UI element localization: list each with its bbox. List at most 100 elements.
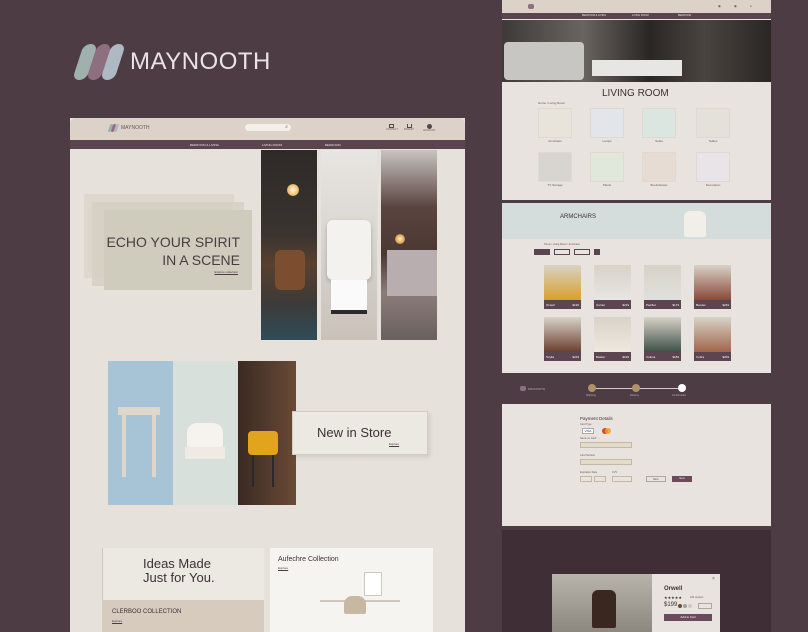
lr-nav-link-1[interactable]: BEDROOM & LIVING: [582, 14, 606, 17]
armchairs-page: ARMCHAIRS Home / Living Room / Armchairs…: [502, 203, 771, 373]
lr-account-icon[interactable]: ●: [750, 4, 752, 8]
search-input[interactable]: ⌕: [245, 124, 291, 131]
category-tile[interactable]: [590, 108, 624, 138]
step-1-dot[interactable]: [588, 384, 596, 392]
product-card[interactable]: Pacifier $179: [644, 265, 681, 309]
visa-option[interactable]: VISA: [582, 428, 594, 434]
category-tile[interactable]: [590, 152, 624, 182]
step-3-dot[interactable]: [678, 384, 686, 392]
arm-filter-select-3[interactable]: [574, 249, 590, 255]
contact-icon-button[interactable]: CONTACT: [386, 124, 398, 131]
nav-link-bedroom-living[interactable]: BEDROOM & LIVING: [190, 143, 219, 147]
color-swatch-3[interactable]: [688, 604, 692, 608]
card-number-field[interactable]: [580, 459, 632, 465]
hero-explore-link[interactable]: Explore collection: [214, 270, 238, 274]
search-icon[interactable]: ⌕: [285, 124, 288, 130]
product-card-price: $179: [672, 303, 679, 307]
lr-nav-link-2[interactable]: LIVING ROOM: [632, 14, 649, 17]
product-card-name: Basker: [596, 355, 606, 359]
expiry-year-field[interactable]: [594, 476, 606, 482]
nav-link-living-room[interactable]: LIVING ROOM: [262, 143, 282, 147]
product-card[interactable]: Colima $189: [644, 317, 681, 361]
arm-title: ARMCHAIRS: [560, 214, 597, 220]
step-2-dot[interactable]: [632, 384, 640, 392]
back-button[interactable]: Back: [646, 476, 666, 482]
arm-breadcrumb[interactable]: Home / Living Room / Armchairs: [544, 243, 580, 246]
product-card-image: [594, 265, 631, 300]
close-icon[interactable]: ×: [712, 576, 715, 582]
hero-image-lamp-room: [261, 150, 317, 340]
product-reviews[interactable]: 230 reviews: [690, 596, 703, 599]
product-card[interactable]: Cobra $209: [694, 317, 731, 361]
lr-notify-icon[interactable]: ▣: [718, 4, 721, 8]
arm-filter-select-2[interactable]: [554, 249, 570, 255]
bed-shape: [387, 250, 437, 296]
product-card-price: $199: [572, 303, 579, 307]
arm-banner-chair: [684, 211, 706, 237]
expiry-month-field[interactable]: [580, 476, 592, 482]
product-modal: × Orwell ★★★★★ 230 reviews $199 Add to C…: [552, 574, 720, 632]
category-tile[interactable]: [538, 108, 572, 138]
hero-card: ECHO YOUR SPIRIT IN A SCENE Explore coll…: [104, 210, 252, 290]
aufechre-link[interactable]: Explore: [278, 566, 288, 570]
category-label: Armchairs: [548, 139, 562, 143]
category-tile[interactable]: [642, 108, 676, 138]
next-button[interactable]: Next: [672, 476, 692, 482]
category-label: Decoration: [705, 183, 721, 187]
product-card-image: [694, 317, 731, 352]
product-card-name: Colima: [646, 355, 656, 359]
category-tile[interactable]: [696, 108, 730, 138]
arm-filter-select-4[interactable]: [594, 249, 600, 255]
cvv-label: CVV: [612, 471, 618, 474]
product-card-price: $199: [622, 355, 629, 359]
category-tile[interactable]: [696, 152, 730, 182]
nav-link-bedroom[interactable]: BEDROOM: [325, 143, 341, 147]
name-field[interactable]: [580, 442, 632, 448]
product-card-name: Orwell: [546, 303, 555, 307]
color-swatch-1[interactable]: [678, 604, 682, 608]
lr-nav-link-3[interactable]: BEDROOM: [678, 14, 691, 17]
stool-seat: [118, 407, 160, 415]
category-tile[interactable]: [538, 152, 572, 182]
yellow-chair-shape: [248, 431, 278, 455]
contact-label: CONTACT: [386, 128, 398, 131]
product-card[interactable]: Bender $249: [694, 265, 731, 309]
product-card[interactable]: Basker $199: [594, 317, 631, 361]
payment-title: Payment Details: [580, 416, 613, 421]
arm-filter-select-1[interactable]: [534, 249, 550, 255]
aufechre-chair: [344, 596, 366, 614]
stool-leg-right: [152, 415, 156, 477]
nav-logo-icon[interactable]: [107, 124, 120, 133]
basket-icon-button[interactable]: BASKET: [404, 124, 414, 131]
cvv-field[interactable]: [612, 476, 632, 482]
lr-breadcrumb[interactable]: Home / Living Room: [538, 101, 565, 105]
product-card-name: Scylla: [546, 355, 555, 359]
product-card[interactable]: Scylla $229: [544, 317, 581, 361]
color-swatch-2[interactable]: [683, 604, 687, 608]
product-card[interactable]: Carrier $219: [594, 265, 631, 309]
product-card[interactable]: Orwell $199: [544, 265, 581, 309]
add-to-cart-button[interactable]: Add to Cart: [664, 614, 712, 621]
brand-logo-icon: [72, 44, 126, 82]
new-in-store-link[interactable]: Explore: [389, 442, 399, 446]
hero-title-line1: ECHO YOUR SPIRIT: [106, 234, 240, 250]
category-tile[interactable]: [642, 152, 676, 182]
product-card-image: [544, 265, 581, 300]
aufechre-title: Aufechre Collection: [278, 556, 339, 563]
product-card-image: [644, 317, 681, 352]
mastercard-icon[interactable]: [602, 428, 612, 434]
lr-logo-icon[interactable]: [528, 4, 534, 9]
product-card-name: Carrier: [596, 303, 606, 307]
quantity-stepper[interactable]: [698, 603, 712, 609]
lr-basket-icon[interactable]: ▣: [734, 4, 737, 8]
checkout-logo-icon[interactable]: [520, 386, 526, 391]
account-icon-button[interactable]: ACCOUNT: [423, 124, 435, 132]
stool-leg-left: [122, 415, 126, 477]
category-label: Plants: [602, 183, 612, 187]
mc-circle-orange: [605, 428, 611, 434]
arm-header-banner: ARMCHAIRS: [502, 203, 771, 239]
product-price: $199: [664, 602, 678, 608]
clerboo-link[interactable]: Explore: [112, 619, 122, 623]
lamp-glow: [287, 184, 299, 196]
product-card-price: $219: [622, 303, 629, 307]
